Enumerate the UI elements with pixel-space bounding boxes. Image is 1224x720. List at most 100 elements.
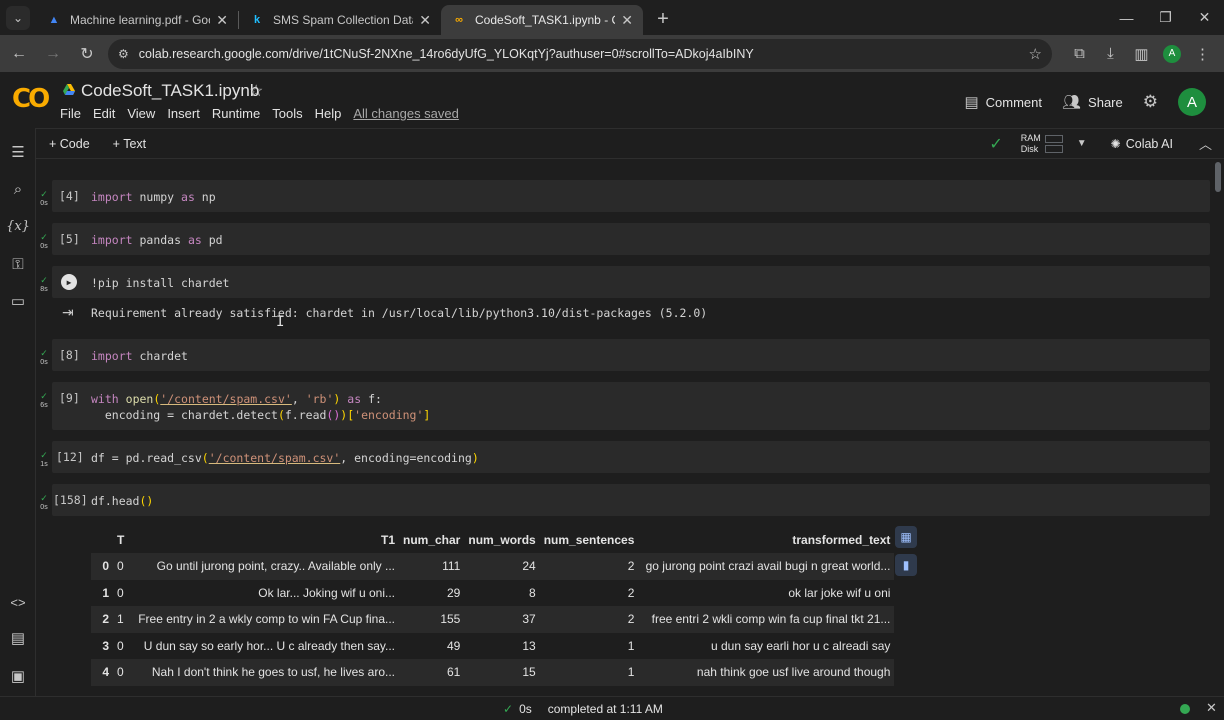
cell-status[interactable]: ✓ 6s: [38, 392, 50, 410]
command-palette-icon[interactable]: ▤: [8, 628, 28, 648]
maximize-icon[interactable]: ❐: [1146, 0, 1185, 35]
download-icon[interactable]: ⤓: [1095, 45, 1126, 62]
resource-usage-bars[interactable]: [1044, 134, 1063, 153]
cell-status[interactable]: ✓ 8s: [38, 276, 50, 294]
reload-icon[interactable]: ↻: [72, 39, 102, 69]
execution-status[interactable]: ✓ 0s completed at 1:11 AM: [503, 702, 663, 716]
share-button[interactable]: 👥︎ Share: [1062, 93, 1123, 111]
notebook-toolbar: + Code + Text ✓ RAM Disk ▼ ✺ Colab AI ︿: [36, 128, 1224, 159]
back-icon[interactable]: ←: [4, 39, 34, 69]
status-bar: ✓ 0s completed at 1:11 AM ✕: [0, 696, 1224, 720]
runtime-dropdown-icon[interactable]: ▼: [1077, 138, 1087, 149]
menu-tools[interactable]: Tools: [272, 106, 302, 121]
colab-ai-button[interactable]: ✺ Colab AI: [1111, 137, 1173, 151]
cell-status[interactable]: ✓ 0s: [38, 233, 50, 251]
notebook-scrollbar[interactable]: [1212, 160, 1224, 696]
notebook-title[interactable]: CodeSoft_TASK1.ipynb: [81, 81, 259, 101]
profile-avatar[interactable]: A: [1163, 44, 1181, 63]
user-avatar[interactable]: A: [1178, 88, 1206, 116]
search-icon[interactable]: ⌕: [8, 179, 28, 199]
code-text: df.head(): [91, 494, 154, 508]
settings-icon[interactable]: ⚙: [1143, 92, 1158, 112]
output-menu-icon[interactable]: ⇥: [62, 304, 74, 321]
suggest-charts-icon[interactable]: ▮: [895, 554, 917, 576]
terminal-icon[interactable]: ▣: [8, 666, 28, 686]
comment-button[interactable]: ▤ Comment: [964, 93, 1042, 111]
browser-menu-icon[interactable]: ⋮: [1187, 45, 1218, 63]
minimize-icon[interactable]: —: [1107, 0, 1146, 35]
close-tab-icon[interactable]: ✕: [216, 12, 228, 29]
browser-tab-2[interactable]: k SMS Spam Collection Dataset ✕: [239, 5, 441, 35]
run-cell-button[interactable]: ▶: [61, 274, 77, 290]
cell-status[interactable]: ✓ 0s: [38, 494, 50, 512]
scrollbar-thumb[interactable]: [1215, 162, 1221, 192]
code-editor[interactable]: [4] import numpy as np: [52, 180, 1210, 212]
menu-insert[interactable]: Insert: [167, 106, 200, 121]
close-tab-icon[interactable]: ✕: [621, 12, 633, 29]
collapse-header-icon[interactable]: ︿: [1199, 134, 1212, 153]
browser-tab-1[interactable]: ▲ Machine learning.pdf - Google ✕: [36, 5, 238, 35]
add-code-button[interactable]: + Code: [49, 137, 90, 151]
code-text: df = pd.read_csv('/content/spam.csv', en…: [91, 451, 479, 465]
menu-file[interactable]: File: [60, 106, 81, 121]
menu-runtime[interactable]: Runtime: [212, 106, 260, 121]
address-bar[interactable]: ⚙ colab.research.google.com/drive/1tCNuS…: [108, 38, 1052, 69]
table-row: 2 1 Free entry in 2 a wkly comp to win F…: [91, 606, 895, 633]
forward-icon[interactable]: →: [38, 39, 68, 69]
code-editor[interactable]: [158] df.head(): [52, 484, 1210, 516]
side-panel-icon[interactable]: ▥: [1126, 45, 1157, 63]
cell-status[interactable]: ✓ 0s: [38, 190, 50, 208]
colab-ai-icon: ✺: [1110, 136, 1121, 151]
add-text-button[interactable]: + Text: [113, 137, 146, 151]
close-status-icon[interactable]: ✕: [1206, 700, 1217, 716]
table-header-row: T T1 num_char num_words num_sentences tr…: [91, 526, 894, 553]
url-text[interactable]: colab.research.google.com/drive/1tCNuSf-…: [139, 47, 1029, 61]
variables-icon[interactable]: {x}: [6, 216, 30, 236]
table-row: 0 0 Go until jurong point, crazy.. Avail…: [91, 553, 895, 580]
code-text: with open('/content/spam.csv', 'rb') as …: [91, 392, 431, 422]
dataframe-table: T T1 num_char num_words num_sentences tr…: [91, 526, 895, 686]
menu-edit[interactable]: Edit: [93, 106, 115, 121]
bookmark-star-icon[interactable]: ☆: [1029, 45, 1042, 63]
google-drive-icon: ▲: [48, 14, 60, 26]
secrets-key-icon[interactable]: ⚿: [8, 254, 28, 274]
code-editor[interactable]: ▶ !pip install chardet: [52, 266, 1210, 298]
code-snippets-icon[interactable]: <>: [8, 592, 28, 612]
check-icon: ✓: [503, 702, 514, 716]
close-tab-icon[interactable]: ✕: [419, 12, 431, 29]
execution-count: [8]: [59, 348, 80, 362]
column-header: transformed_text: [792, 532, 891, 547]
code-editor[interactable]: [12] df = pd.read_csv('/content/spam.csv…: [52, 441, 1210, 473]
browser-tab-3-active[interactable]: ∞ CodeSoft_TASK1.ipynb - Colab ✕: [441, 5, 643, 35]
menu-view[interactable]: View: [127, 106, 155, 121]
code-editor[interactable]: [5] import pandas as pd: [52, 223, 1210, 255]
code-text: import pandas as pd: [91, 233, 223, 247]
cell-status[interactable]: ✓ 0s: [38, 349, 50, 367]
google-drive-icon[interactable]: [62, 83, 76, 97]
kaggle-icon: k: [253, 14, 261, 26]
new-tab-icon[interactable]: +: [649, 5, 677, 33]
menu-bar: File Edit View Insert Runtime Tools Help…: [60, 106, 471, 121]
colab-header: CO CodeSoft_TASK1.ipynb ☆ File Edit View…: [0, 72, 1224, 128]
files-folder-icon[interactable]: ▭: [8, 291, 28, 311]
left-sidebar: ☰ ⌕ {x} ⚿ ▭ <> ▤ ▣: [0, 128, 36, 696]
column-header: num_sentences: [543, 532, 635, 547]
menu-help[interactable]: Help: [315, 106, 342, 121]
code-editor[interactable]: [9] with open('/content/spam.csv', 'rb')…: [52, 382, 1210, 430]
cell-status[interactable]: ✓ 1s: [38, 451, 50, 469]
convert-to-interactive-table-icon[interactable]: ▦: [895, 526, 917, 548]
star-notebook-icon[interactable]: ☆: [249, 81, 263, 101]
colab-logo[interactable]: CO: [12, 84, 50, 114]
extensions-icon[interactable]: ⧉: [1064, 45, 1095, 62]
code-editor[interactable]: [8] import chardet: [52, 339, 1210, 371]
execution-count: [4]: [59, 189, 80, 203]
close-window-icon[interactable]: ✕: [1185, 0, 1224, 35]
site-info-icon[interactable]: ⚙: [118, 47, 129, 61]
save-status[interactable]: All changes saved: [353, 106, 459, 121]
resource-labels[interactable]: RAM Disk: [1021, 133, 1041, 155]
table-of-contents-icon[interactable]: ☰: [8, 142, 28, 162]
tab-search-icon[interactable]: ⌄: [6, 6, 30, 30]
table-row: 4 0 Nah I don't think he goes to usf, he…: [91, 659, 895, 686]
column-header: T: [117, 532, 125, 547]
colab-icon: ∞: [455, 14, 463, 26]
